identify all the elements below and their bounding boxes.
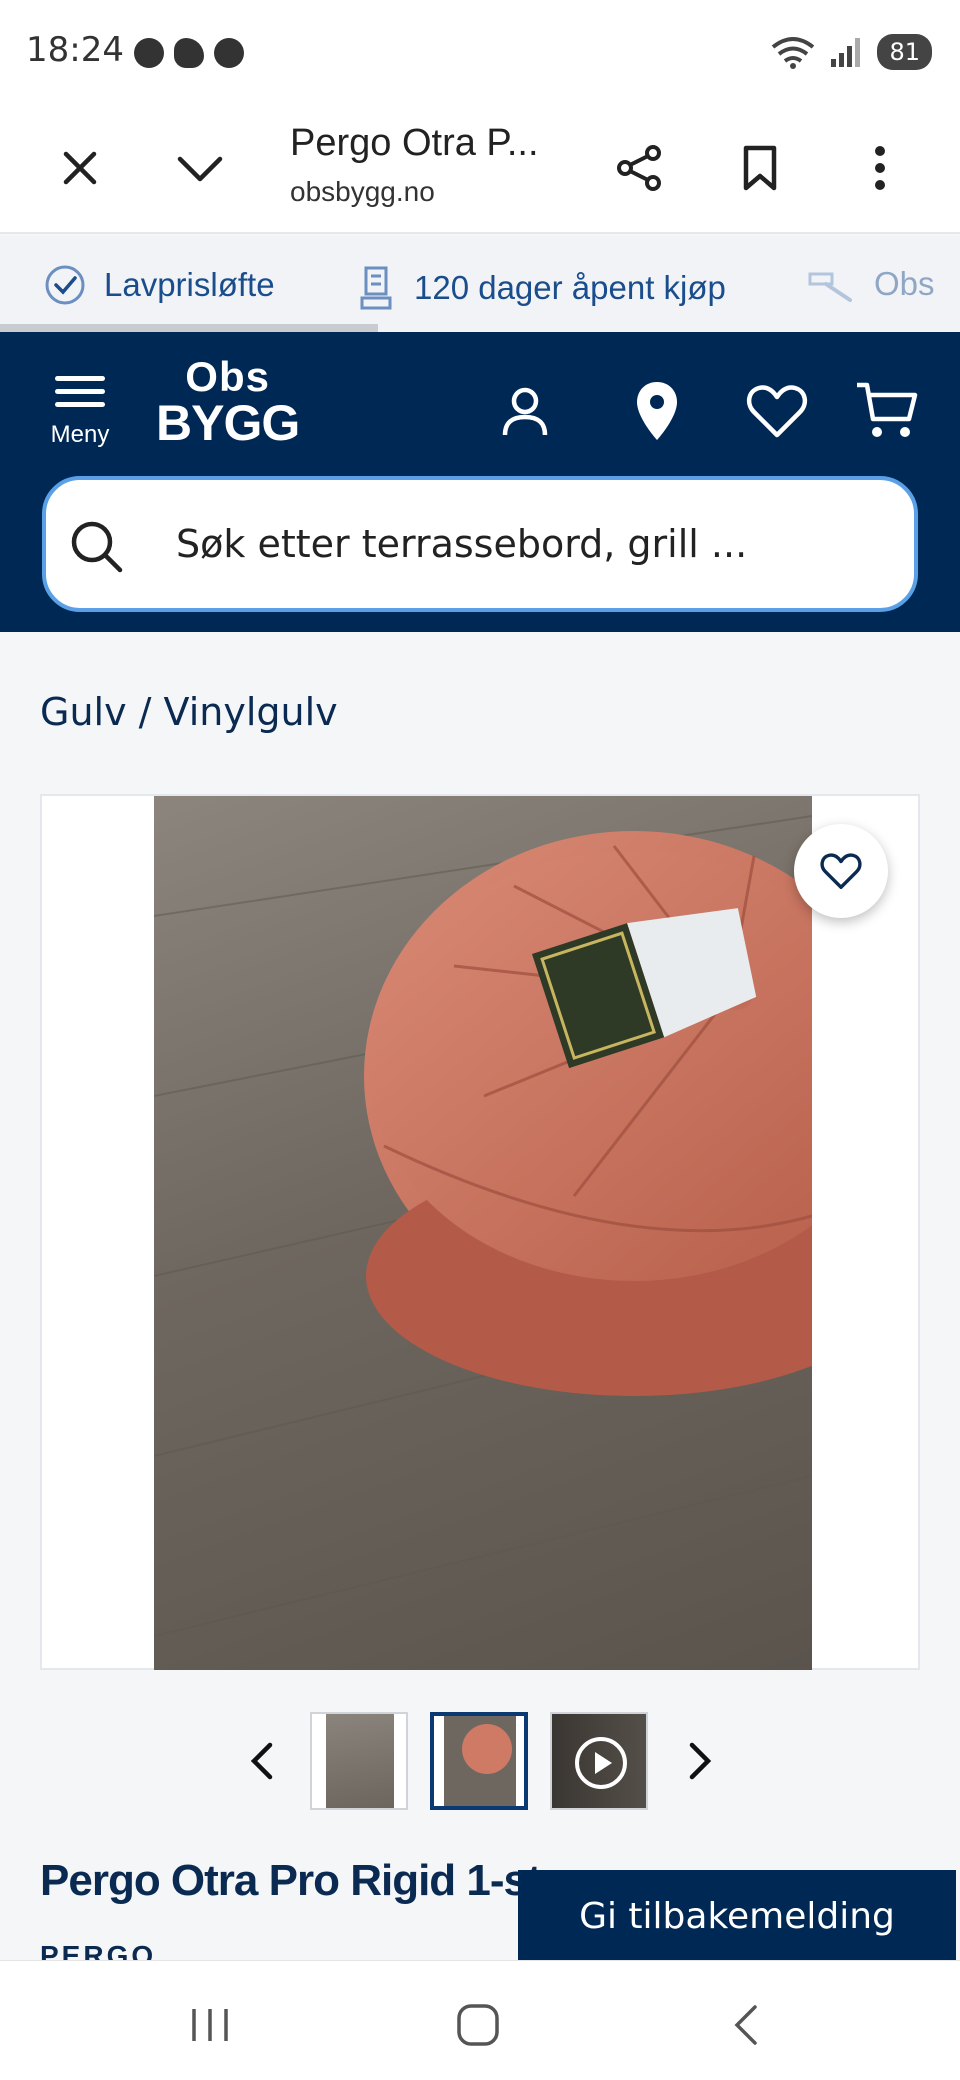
cart-icon [857,382,918,437]
page-title: Pergo Otra P... [290,122,539,164]
feedback-button[interactable]: Gi tilbakemelding [518,1870,956,1962]
promo-item-lavprislofte[interactable]: Lavprisløfte [44,264,275,306]
battery-indicator: 81 [877,34,932,70]
share-button[interactable] [610,138,670,198]
floor-and-pouf-illustration [154,815,812,1637]
product-image-frame [40,794,920,1670]
logo-line2: BYGG [156,395,300,451]
promo-bar[interactable]: Lavprisløfte 120 dager åpent kjøp Obs [0,236,960,332]
recent-apps-icon [192,2009,228,2041]
close-tab-button[interactable] [50,138,110,198]
bookmark-icon [743,145,777,191]
search-input[interactable] [176,512,876,576]
user-icon [502,387,548,436]
home-button[interactable] [448,1995,508,2055]
menu-button[interactable]: Meny [40,368,120,449]
status-bar: 18:24 81 [0,0,960,104]
location-pin-icon [637,382,677,440]
hamburger-icon [55,368,105,415]
more-options-button[interactable] [850,138,910,198]
home-icon [457,2004,499,2046]
search-icon [71,521,123,573]
recent-apps-button[interactable] [180,1995,240,2055]
breadcrumb-vinylgulv[interactable]: Vinylgulv [164,690,338,734]
hammer-icon [808,272,852,302]
gallery-prev-button[interactable] [236,1736,286,1786]
thumbnail-video[interactable] [550,1712,648,1810]
gallery-next-button[interactable] [676,1736,726,1786]
product-title: Pergo Otra Pro Rigid 1-stav [40,1856,589,1905]
heart-icon [820,853,862,889]
promo-label: Lavprisløfte [104,266,275,303]
wishlist-button[interactable] [742,376,812,446]
more-vert-icon [875,146,885,190]
obs-bygg-logo[interactable]: Obs BYGG [156,353,300,451]
product-photo[interactable] [154,796,812,1670]
logo-line1: Obs [185,353,270,400]
notification-icons [134,38,244,68]
thumbnail-floor[interactable] [310,1712,408,1810]
chevron-right-icon [689,1742,712,1780]
back-button[interactable] [716,1995,776,2055]
app-notification-icon [214,38,244,68]
share-icon [617,145,661,191]
receipt-icon [360,266,392,310]
account-button[interactable] [490,376,560,446]
bookmark-button[interactable] [730,138,790,198]
image-gallery [0,1712,960,1812]
promo-label: Obs [874,265,935,302]
promo-label: 120 dager åpent kjøp [414,269,726,306]
status-time: 18:24 [26,30,124,70]
cart-button[interactable] [852,376,922,446]
check-circle-icon [45,265,85,305]
thumbnail-pouf[interactable] [430,1712,528,1810]
promo-item-open-purchase[interactable]: 120 dager åpent kjøp [356,264,726,312]
wifi-icon [772,37,815,69]
breadcrumb-separator: / [126,690,164,734]
breadcrumb: Gulv / Vinylgulv [40,690,338,734]
product-wishlist-button[interactable] [794,824,888,918]
minimize-button[interactable] [170,138,230,198]
promo-item-obs[interactable]: Obs [806,264,935,304]
breadcrumb-gulv[interactable]: Gulv [40,690,127,734]
system-nav-bar [0,1960,960,2080]
menu-label: Meny [50,421,110,448]
play-icon [575,1737,627,1789]
promo-scroll-indicator [0,324,378,332]
chevron-down-icon [177,156,223,182]
status-right: 81 [771,34,932,70]
back-icon [734,2005,757,2045]
store-locator-button[interactable] [622,376,692,446]
search-box[interactable] [42,476,918,612]
close-icon [63,151,97,185]
weather-icon [174,38,204,68]
signal-icon [831,38,861,67]
chevron-left-icon [250,1742,273,1780]
heart-icon [746,385,808,438]
browser-toolbar: Pergo Otra P... obsbygg.no [0,104,960,234]
app-notification-icon [134,38,164,68]
page-url: obsbygg.no [290,176,435,207]
